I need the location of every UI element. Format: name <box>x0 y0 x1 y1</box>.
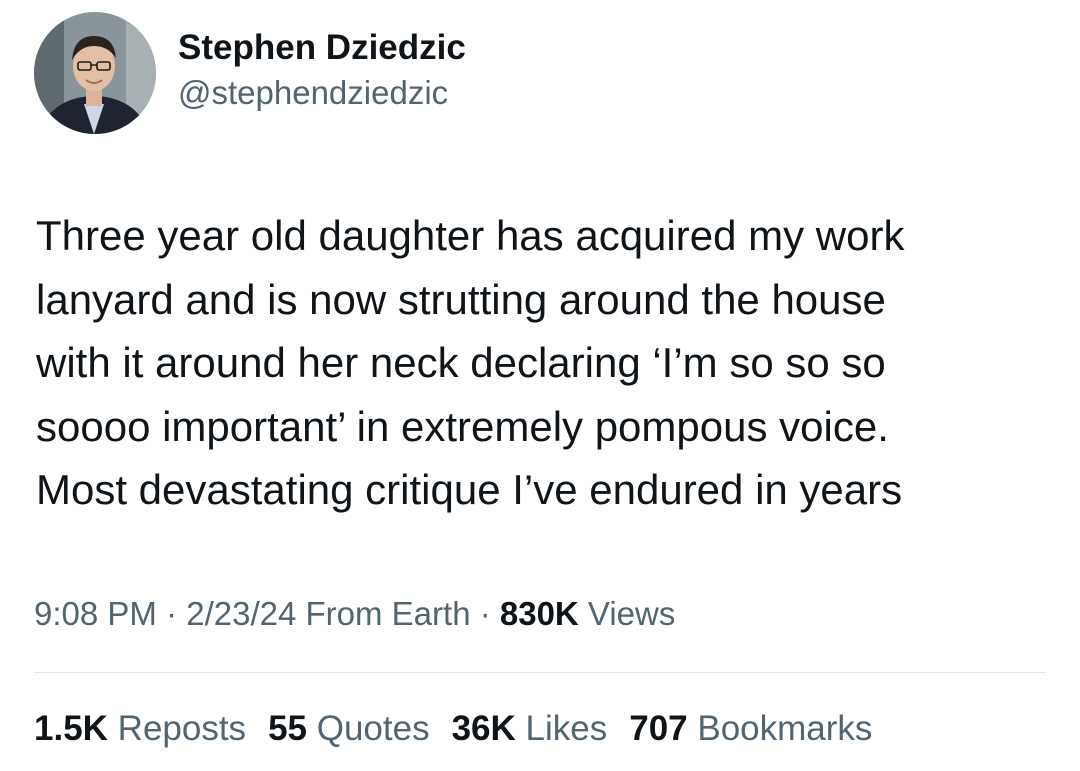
author-handle[interactable]: @stephendziedzic <box>178 71 466 115</box>
tweet-date[interactable]: 2/23/24 <box>186 595 296 632</box>
divider <box>34 672 1046 673</box>
quotes-label: Quotes <box>307 709 430 748</box>
bookmarks-count: 707 <box>629 709 688 748</box>
tweet-text: Three year old daughter has acquired my … <box>36 212 905 513</box>
engagement-stats: 1.5K Reposts 55 Quotes 36K Likes 707 Boo… <box>34 706 894 752</box>
quotes-count: 55 <box>268 709 307 748</box>
likes-count: 36K <box>451 709 516 748</box>
reposts-count: 1.5K <box>34 709 108 748</box>
likes-label: Likes <box>515 709 608 748</box>
bookmarks-label: Bookmarks <box>687 709 873 748</box>
meta-separator: · <box>470 595 500 632</box>
tweet-header: Stephen Dziedzic @stephendziedzic <box>34 12 466 134</box>
avatar[interactable] <box>34 12 156 134</box>
tweet-source: From Earth <box>296 595 471 632</box>
tweet-card: Stephen Dziedzic @stephendziedzic Three … <box>0 0 1080 771</box>
bookmarks-stat[interactable]: 707 Bookmarks <box>629 706 872 752</box>
meta-separator: · <box>156 595 187 632</box>
avatar-image <box>34 12 156 134</box>
reposts-label: Reposts <box>107 709 247 748</box>
quotes-stat[interactable]: 55 Quotes <box>268 706 430 752</box>
reposts-stat[interactable]: 1.5K Reposts <box>34 706 246 752</box>
views-count: 830K <box>499 595 579 632</box>
author-names: Stephen Dziedzic @stephendziedzic <box>178 25 466 115</box>
likes-stat[interactable]: 36K Likes <box>452 706 608 752</box>
author-display-name[interactable]: Stephen Dziedzic <box>178 25 466 71</box>
tweet-time[interactable]: 9:08 PM <box>34 595 157 632</box>
tweet-meta: 9:08 PM · 2/23/24 From Earth · 830K View… <box>34 592 675 636</box>
views-label: Views <box>578 595 676 632</box>
